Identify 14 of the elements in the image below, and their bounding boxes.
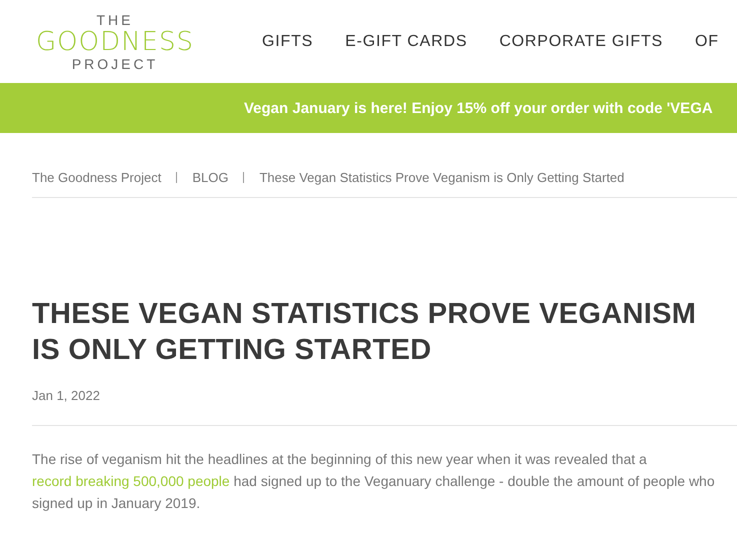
article-date: Jan 1, 2022 xyxy=(32,388,101,403)
logo-text: THE xyxy=(96,12,134,28)
breadcrumb-link[interactable]: These Vegan Statistics Prove Veganism is Only Getting Started xyxy=(259,170,624,184)
nav-link[interactable]: GIFTS xyxy=(262,32,314,50)
logo-text: PROJECT xyxy=(72,56,158,72)
nav-link[interactable]: OF xyxy=(695,32,719,50)
article-title: THESE VEGAN STATISTICS PROVE VEGANISM IS ONLY GETTING STARTED xyxy=(32,297,698,368)
logo-text: GOODNESS xyxy=(36,28,194,56)
promo-text: Vegan January is here! Enjoy 15% off your order with code 'VEGA xyxy=(244,100,713,116)
breadcrumb-link[interactable]: The Goodness Project xyxy=(32,170,162,184)
nav-link[interactable]: CORPORATE GIFTS xyxy=(499,32,664,50)
article-paragraph: The rise of veganism hit the headlines at the beginning of this new year when it was revealed that a record breaking 500,000 people had signed up to the Veganuary challenge - double the amount of people who signed up in January 2019. xyxy=(32,450,716,513)
nav-link[interactable]: E-GIFT CARDS xyxy=(345,32,468,50)
breadcrumb-link[interactable]: BLOG xyxy=(192,170,228,184)
